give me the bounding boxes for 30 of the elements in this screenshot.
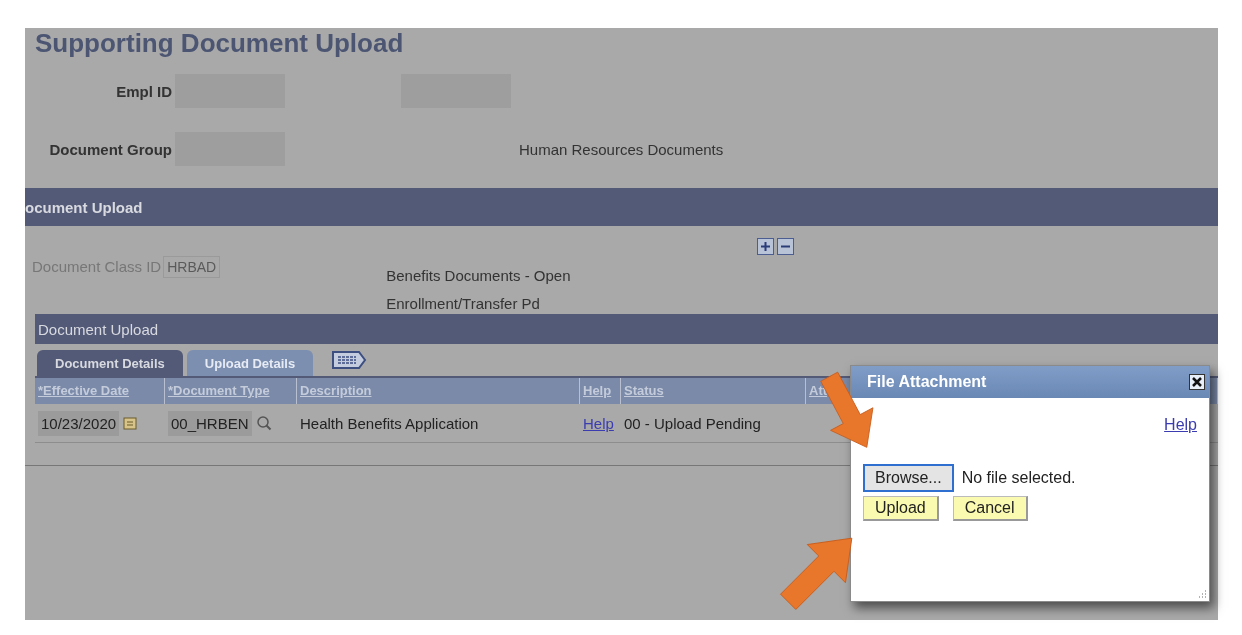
help-link[interactable]: Help xyxy=(1164,416,1197,434)
close-icon xyxy=(1191,376,1203,388)
view-all-icon[interactable] xyxy=(331,350,368,370)
readonly-field: HRBAD xyxy=(163,256,221,278)
tab[interactable]: Upload Details xyxy=(186,350,314,376)
resize-grip-icon[interactable] xyxy=(1197,589,1207,599)
help-link[interactable]: Help xyxy=(583,414,614,432)
delete-row-button[interactable] xyxy=(777,238,794,255)
file-status: No file selected. xyxy=(961,469,1076,487)
table-cell: Health Benefits Application xyxy=(300,414,479,432)
plus-icon xyxy=(760,241,771,252)
close-button[interactable] xyxy=(1189,374,1205,390)
document-type-field[interactable]: 00_HRBEN xyxy=(168,410,252,436)
date-field[interactable]: 10/23/2020 xyxy=(38,410,120,436)
page-title: Supporting Document Upload xyxy=(34,28,404,60)
field-label: Empl ID xyxy=(116,82,173,100)
description-line: Benefits Documents - Open xyxy=(386,266,571,286)
field-value: Human Resources Documents xyxy=(519,140,725,158)
add-row-button[interactable] xyxy=(757,238,774,255)
description-line: Enrollment/Transfer Pd xyxy=(386,294,541,314)
dialog-title: File Attachment xyxy=(867,373,987,391)
dialog-button[interactable]: Upload xyxy=(863,496,939,521)
browse-button[interactable]: Browse... xyxy=(863,464,954,492)
dialog-button[interactable]: Cancel xyxy=(952,496,1028,521)
grid-title: Document Upload xyxy=(38,320,159,338)
table-cell: 00 - Upload Pending xyxy=(624,414,761,432)
field-label: Document Group xyxy=(49,140,173,158)
section-title: ocument Upload xyxy=(25,198,143,216)
tab[interactable]: Document Details xyxy=(37,350,183,376)
search-icon[interactable] xyxy=(255,415,272,431)
